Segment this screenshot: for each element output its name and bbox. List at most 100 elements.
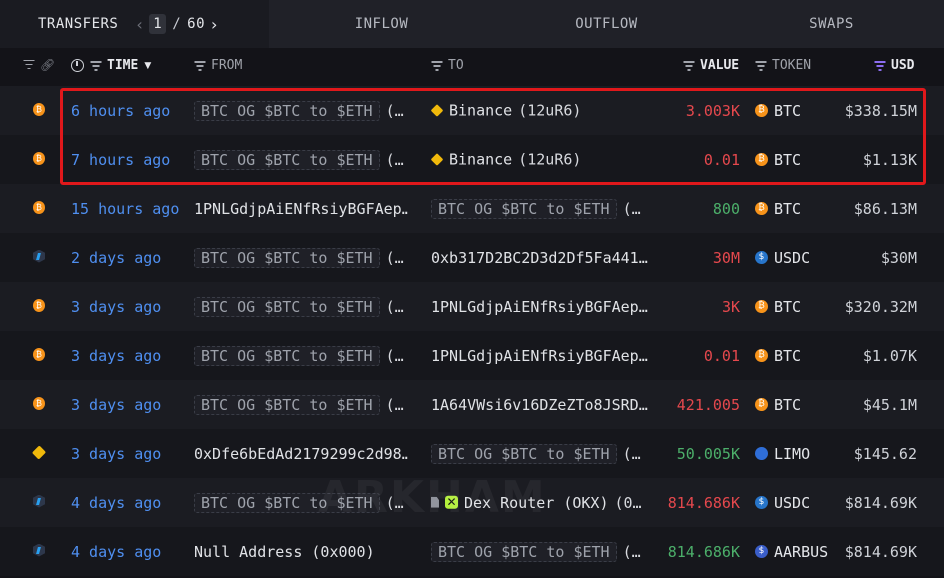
token-cell[interactable]: USDC bbox=[755, 494, 810, 512]
tab-transfers-label[interactable]: TRANSFERS bbox=[38, 16, 118, 32]
time-link[interactable]: 4 days ago bbox=[71, 543, 161, 561]
entity-name[interactable]: Binance bbox=[449, 101, 512, 119]
token-symbol[interactable]: BTC bbox=[774, 151, 801, 169]
from-cell[interactable]: 0xDfe6bEdAd2179299c2d98… bbox=[194, 445, 408, 463]
from-cell[interactable]: 1PNLGdjpAiENfRsiyBGFAep… bbox=[194, 200, 408, 218]
entity-tag[interactable]: BTC OG $BTC to $ETH bbox=[194, 345, 380, 366]
to-cell[interactable]: BTC OG $BTC to $ETH (… bbox=[431, 443, 651, 464]
to-cell[interactable]: 0xb317D2BC2D3d2Df5Fa441… bbox=[431, 249, 651, 267]
from-cell[interactable]: BTC OG $BTC to $ETH (… bbox=[194, 247, 408, 268]
table-row[interactable]: 4 days ago Null Address (0x000) BTC OG $BT… bbox=[0, 527, 944, 576]
token-symbol[interactable]: BTC bbox=[774, 396, 801, 414]
link-icon[interactable]: 🔗︎ bbox=[40, 58, 55, 72]
time-link[interactable]: 3 days ago bbox=[71, 298, 161, 316]
table-row[interactable]: 3 days ago BTC OG $BTC to $ETH (… 1PNLGdjpA… bbox=[0, 282, 944, 331]
tab-transfers[interactable]: TRANSFERS ‹ 1 / 60 › bbox=[0, 0, 269, 48]
clock-icon[interactable] bbox=[71, 59, 84, 72]
token-cell[interactable]: BTC bbox=[755, 396, 801, 414]
entity-tag[interactable]: BTC OG $BTC to $ETH bbox=[194, 149, 380, 170]
value-header-label[interactable]: VALUE bbox=[700, 58, 739, 73]
time-link[interactable]: 3 days ago bbox=[71, 445, 161, 463]
to-header-label[interactable]: TO bbox=[448, 58, 464, 73]
entity-tag[interactable]: BTC OG $BTC to $ETH bbox=[194, 394, 380, 415]
filter-icon[interactable] bbox=[431, 61, 442, 70]
to-cell[interactable]: Binance (12uR6) bbox=[431, 150, 651, 169]
from-cell[interactable]: BTC OG $BTC to $ETH (… bbox=[194, 149, 408, 170]
tab-inflow[interactable]: INFLOW bbox=[269, 0, 494, 48]
sort-down-icon[interactable]: ▼ bbox=[144, 61, 151, 71]
token-header[interactable]: TOKEN bbox=[755, 58, 811, 73]
token-cell[interactable]: BTC bbox=[755, 151, 801, 169]
token-symbol[interactable]: USDC bbox=[774, 494, 810, 512]
entity-tag[interactable]: BTC OG $BTC to $ETH bbox=[431, 443, 617, 464]
token-symbol[interactable]: AARBUS bbox=[774, 543, 828, 561]
token-cell[interactable]: BTC bbox=[755, 298, 801, 316]
filter-icon[interactable] bbox=[194, 61, 205, 70]
time-header[interactable]: TIME ▼ bbox=[71, 58, 151, 73]
chevron-left-icon[interactable]: ‹ bbox=[136, 15, 143, 34]
to-cell[interactable]: BTC OG $BTC to $ETH (… bbox=[431, 198, 651, 219]
time-link[interactable]: 7 hours ago bbox=[71, 151, 170, 169]
from-cell[interactable]: BTC OG $BTC to $ETH (… bbox=[194, 296, 408, 317]
address-link[interactable]: 1A64VWsi6v16DZeZTo8JSRD… bbox=[431, 396, 648, 414]
time-link[interactable]: 2 days ago bbox=[71, 249, 161, 267]
from-header[interactable]: FROM bbox=[194, 58, 242, 73]
chain-filter-header[interactable]: 🔗︎ bbox=[23, 58, 55, 72]
from-cell[interactable]: Null Address (0x000) bbox=[194, 543, 408, 561]
token-cell[interactable]: BTC bbox=[755, 347, 801, 365]
table-row[interactable]: 3 days ago BTC OG $BTC to $ETH (… 1A64VWsi6… bbox=[0, 380, 944, 429]
token-symbol[interactable]: BTC bbox=[774, 347, 801, 365]
filter-icon[interactable] bbox=[683, 61, 694, 70]
to-cell[interactable]: 1PNLGdjpAiENfRsiyBGFAep… bbox=[431, 298, 651, 316]
table-row[interactable]: 3 days ago BTC OG $BTC to $ETH (… 1PNLGdjpA… bbox=[0, 331, 944, 380]
token-cell[interactable]: USDC bbox=[755, 249, 810, 267]
table-row[interactable]: 7 hours ago BTC OG $BTC to $ETH (… Binance (… bbox=[0, 135, 944, 184]
table-row[interactable]: 3 days ago 0xDfe6bEdAd2179299c2d98… BTC OG… bbox=[0, 429, 944, 478]
from-header-label[interactable]: FROM bbox=[211, 58, 242, 73]
table-row[interactable]: 2 days ago BTC OG $BTC to $ETH (… 0xb317D2B… bbox=[0, 233, 944, 282]
time-link[interactable]: 6 hours ago bbox=[71, 102, 170, 120]
from-cell[interactable]: BTC OG $BTC to $ETH (… bbox=[194, 394, 408, 415]
time-header-label[interactable]: TIME bbox=[107, 58, 138, 73]
to-header[interactable]: TO bbox=[431, 58, 464, 73]
filter-icon[interactable] bbox=[23, 60, 34, 69]
table-row[interactable]: 15 hours ago 1PNLGdjpAiENfRsiyBGFAep… BTC … bbox=[0, 184, 944, 233]
tab-swaps[interactable]: SWAPS bbox=[719, 0, 944, 48]
token-cell[interactable]: BTC bbox=[755, 102, 801, 120]
token-cell[interactable]: AARBUS bbox=[755, 543, 828, 561]
time-link[interactable]: 3 days ago bbox=[71, 347, 161, 365]
time-link[interactable]: 3 days ago bbox=[71, 396, 161, 414]
time-link[interactable]: 15 hours ago bbox=[71, 200, 179, 218]
entity-name[interactable]: Binance bbox=[449, 150, 512, 168]
token-symbol[interactable]: BTC bbox=[774, 200, 801, 218]
from-cell[interactable]: BTC OG $BTC to $ETH (… bbox=[194, 100, 408, 121]
address-link[interactable]: 0xDfe6bEdAd2179299c2d98… bbox=[194, 445, 408, 463]
page-current[interactable]: 1 bbox=[149, 14, 167, 34]
tab-outflow[interactable]: OUTFLOW bbox=[494, 0, 719, 48]
token-header-label[interactable]: TOKEN bbox=[772, 58, 811, 73]
address-link[interactable]: 1PNLGdjpAiENfRsiyBGFAep… bbox=[431, 298, 648, 316]
chevron-right-icon[interactable]: › bbox=[211, 15, 218, 34]
entity-tag[interactable]: BTC OG $BTC to $ETH bbox=[431, 198, 617, 219]
token-symbol[interactable]: BTC bbox=[774, 298, 801, 316]
address-link[interactable]: 0xb317D2BC2D3d2Df5Fa441… bbox=[431, 249, 648, 267]
token-cell[interactable]: BTC bbox=[755, 200, 801, 218]
value-header[interactable]: VALUE bbox=[683, 58, 739, 73]
token-cell[interactable]: LIMO bbox=[755, 445, 810, 463]
token-symbol[interactable]: LIMO bbox=[774, 445, 810, 463]
from-cell[interactable]: BTC OG $BTC to $ETH (… bbox=[194, 345, 408, 366]
token-symbol[interactable]: BTC bbox=[774, 102, 801, 120]
usd-header[interactable]: USD bbox=[874, 58, 914, 73]
filter-icon[interactable] bbox=[90, 61, 101, 70]
entity-tag[interactable]: BTC OG $BTC to $ETH bbox=[194, 100, 380, 121]
to-cell[interactable]: Binance (12uR6) bbox=[431, 101, 651, 120]
time-link[interactable]: 4 days ago bbox=[71, 494, 161, 512]
entity-tag[interactable]: BTC OG $BTC to $ETH bbox=[431, 541, 617, 562]
address-link[interactable]: Null Address (0x000) bbox=[194, 543, 375, 561]
to-cell[interactable]: BTC OG $BTC to $ETH (… bbox=[431, 541, 651, 562]
address-link[interactable]: 1PNLGdjpAiENfRsiyBGFAep… bbox=[431, 347, 648, 365]
table-row[interactable]: 6 hours ago BTC OG $BTC to $ETH (… Binance (… bbox=[0, 86, 944, 135]
address-link[interactable]: 1PNLGdjpAiENfRsiyBGFAep… bbox=[194, 200, 408, 218]
token-symbol[interactable]: USDC bbox=[774, 249, 810, 267]
entity-tag[interactable]: BTC OG $BTC to $ETH bbox=[194, 296, 380, 317]
